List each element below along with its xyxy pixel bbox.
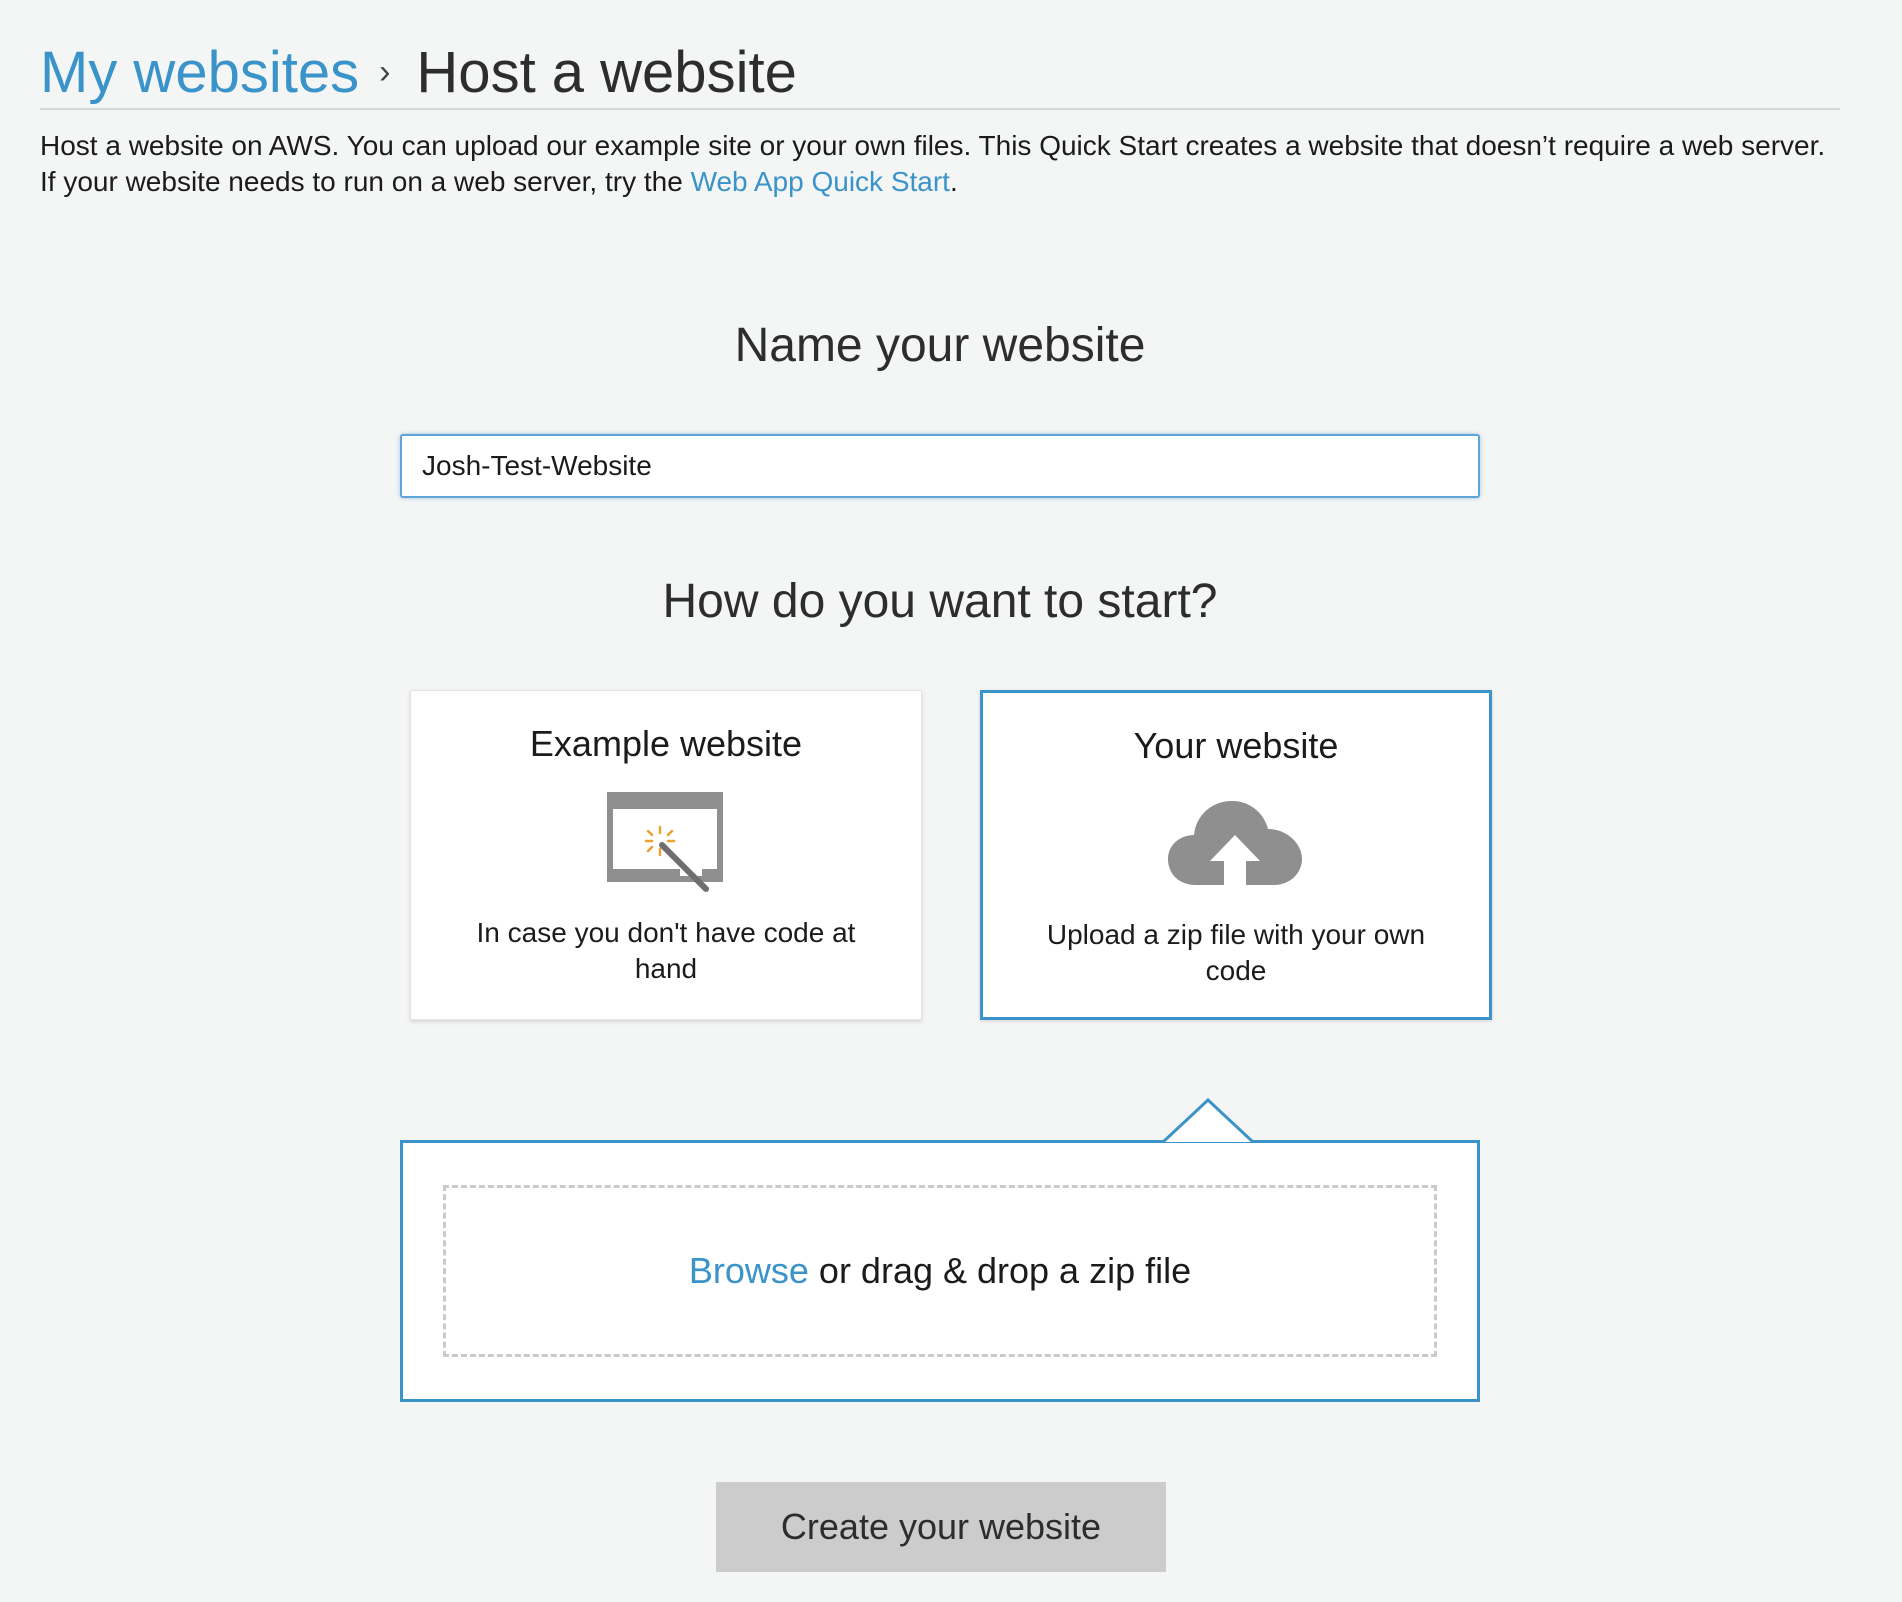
header-divider	[40, 108, 1840, 110]
cloud-upload-icon	[983, 793, 1489, 903]
intro-suffix: .	[949, 166, 958, 197]
zip-dropzone[interactable]: Browse or drag & drop a zip file	[443, 1185, 1437, 1357]
example-website-title: Example website	[529, 723, 803, 764]
create-website-button[interactable]: Create your website	[716, 1482, 1166, 1572]
host-website-page: My websites › Host a website Host a webs…	[0, 0, 1902, 1602]
name-section-title: Name your website	[734, 319, 1146, 372]
browser-magic-wand-icon	[411, 791, 921, 901]
start-section-title: How do you want to start?	[662, 575, 1218, 628]
web-app-quick-start-link[interactable]: Web App Quick Start	[691, 166, 950, 197]
breadcrumb-my-websites-link[interactable]: My websites	[40, 39, 359, 106]
example-website-description: In case you don't have code at hand	[476, 917, 856, 984]
your-website-description: Upload a zip file with your own code	[1046, 919, 1426, 986]
breadcrumb-separator: ›	[379, 52, 391, 91]
browse-link[interactable]: Browse	[689, 1250, 809, 1292]
example-website-option[interactable]: Example website In case you don't have c…	[410, 690, 922, 1020]
dropzone-text: or drag & drop a zip file	[818, 1250, 1192, 1291]
breadcrumb: My websites › Host a website	[40, 36, 1840, 108]
your-website-title: Your website	[1133, 725, 1339, 766]
page-title: Host a website	[416, 39, 797, 105]
website-name-input[interactable]	[400, 434, 1480, 498]
upload-panel: Browse or drag & drop a zip file	[400, 1140, 1480, 1402]
upload-panel-caret	[1163, 1098, 1253, 1144]
your-website-option[interactable]: Your website Upload a zip file with your…	[980, 690, 1492, 1020]
intro-paragraph: Host a website on AWS. You can upload ou…	[40, 128, 1840, 200]
